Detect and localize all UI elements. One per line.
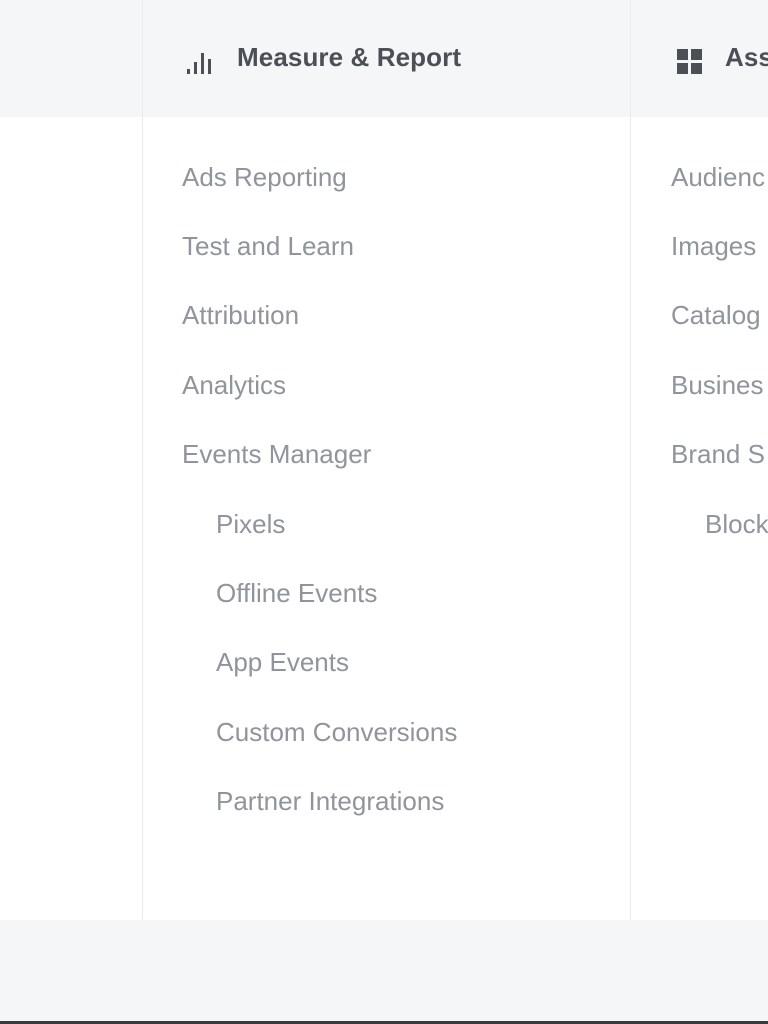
assets-title: Ass bbox=[725, 42, 768, 72]
grid-icon bbox=[677, 49, 702, 74]
menu-item-events-manager[interactable]: Events Manager bbox=[182, 438, 371, 470]
menu-subitem-pixels[interactable]: Pixels bbox=[216, 508, 285, 540]
menu-item-attribution[interactable]: Attribution bbox=[182, 299, 299, 331]
left-column bbox=[0, 0, 142, 920]
footer-area bbox=[0, 920, 768, 1022]
menu-item-analytics[interactable]: Analytics bbox=[182, 369, 286, 401]
assets-header: Ass bbox=[631, 0, 768, 117]
left-column-header bbox=[0, 0, 142, 117]
menu-subitem-custom-conversions[interactable]: Custom Conversions bbox=[216, 716, 457, 748]
menu-item-ads-reporting[interactable]: Ads Reporting bbox=[182, 161, 347, 193]
menu-item-audiences[interactable]: Audienc bbox=[671, 161, 765, 193]
assets-column: Ass Audienc Images Catalog Busines Brand… bbox=[630, 0, 768, 920]
menu-item-catalogs[interactable]: Catalog bbox=[671, 299, 761, 331]
menu-item-business[interactable]: Busines bbox=[671, 369, 764, 401]
menu-subitem-app-events[interactable]: App Events bbox=[216, 646, 349, 678]
bar-chart-icon bbox=[187, 53, 211, 74]
menu-item-images[interactable]: Images bbox=[671, 230, 756, 262]
measure-report-column: Measure & Report Ads Reporting Test and … bbox=[142, 0, 631, 920]
menu-subitem-partner-integrations[interactable]: Partner Integrations bbox=[216, 785, 444, 817]
menu-panel: Measure & Report Ads Reporting Test and … bbox=[0, 0, 768, 920]
menu-item-brand-safety[interactable]: Brand S bbox=[671, 438, 765, 470]
menu-subitem-block-lists[interactable]: Block bbox=[705, 508, 768, 540]
measure-report-title: Measure & Report bbox=[237, 42, 462, 72]
menu-item-test-and-learn[interactable]: Test and Learn bbox=[182, 230, 354, 262]
measure-report-header: Measure & Report bbox=[143, 0, 631, 117]
menu-subitem-offline-events[interactable]: Offline Events bbox=[216, 577, 377, 609]
